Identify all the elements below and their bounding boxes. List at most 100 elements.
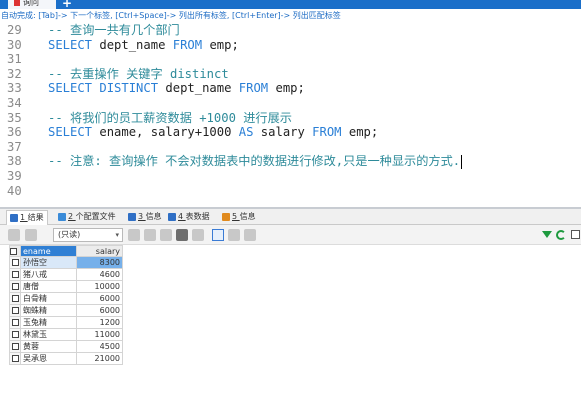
- cell-salary[interactable]: 10000: [76, 280, 123, 293]
- table-row[interactable]: 吴承恩 21000: [9, 352, 123, 365]
- row-checkbox[interactable]: [11, 307, 19, 314]
- row-checkbox[interactable]: [11, 319, 19, 326]
- cell-ename[interactable]: 孙悟空: [20, 256, 77, 269]
- cell-ename[interactable]: 黄蓉: [20, 340, 77, 353]
- table-row[interactable]: 唐僧 10000: [9, 280, 123, 293]
- sql-editor[interactable]: 29 -- 查询一共有几个部门 30 SELECT dept_name FROM em…: [0, 22, 581, 208]
- grid-mode-icon[interactable]: [212, 229, 224, 241]
- cell-salary[interactable]: 6000: [76, 304, 123, 317]
- export-icon[interactable]: [25, 229, 37, 241]
- cell-ename[interactable]: 白骨精: [20, 292, 77, 305]
- sql-identifier: emp;: [341, 125, 379, 140]
- select-all-cell[interactable]: [9, 245, 21, 257]
- line-number: 39: [7, 169, 22, 183]
- save-icon[interactable]: [160, 229, 172, 241]
- cell-salary[interactable]: 1200: [76, 316, 123, 329]
- delete-icon[interactable]: [176, 229, 188, 241]
- editor-line[interactable]: 38 -- 注意: 查询操作 不会对数据表中的数据进行修改,只是一种显示的方式.: [0, 154, 581, 169]
- table-row[interactable]: 蜘蛛精 6000: [9, 304, 123, 317]
- duplicate-row-icon[interactable]: [144, 229, 156, 241]
- row-checkbox[interactable]: [11, 343, 19, 350]
- sql-identifier: emp;: [268, 81, 305, 96]
- table-row[interactable]: 林黛玉 11000: [9, 328, 123, 341]
- result-tab-4[interactable]: 4 表数据: [168, 210, 210, 225]
- sql-keyword: FROM: [172, 37, 203, 52]
- result-tab-3[interactable]: 3 信息: [128, 210, 162, 225]
- row-checkbox-cell[interactable]: [9, 328, 21, 341]
- row-checkbox[interactable]: [11, 259, 19, 266]
- sql-keyword: FROM: [312, 125, 342, 140]
- table-row[interactable]: 孙悟空 8300: [9, 256, 123, 269]
- text-mode-icon[interactable]: [244, 229, 256, 241]
- editor-line[interactable]: 35 -- 将我们的员工薪资数据 +1000 进行展示: [0, 111, 581, 126]
- cell-ename[interactable]: 蜘蛛精: [20, 304, 77, 317]
- result-tab-icon: [10, 213, 18, 222]
- row-checkbox-cell[interactable]: [9, 340, 21, 353]
- result-tab-number: 2: [68, 212, 76, 221]
- cell-ename[interactable]: 唐僧: [20, 280, 77, 293]
- grid-view-icon[interactable]: [8, 229, 20, 241]
- editor-line[interactable]: 30 SELECT dept_name FROM emp;: [0, 38, 581, 53]
- sql-identifier: ename, salary+1000: [92, 125, 239, 140]
- form-mode-icon[interactable]: [228, 229, 240, 241]
- row-checkbox-cell[interactable]: [9, 256, 21, 269]
- result-tab-2[interactable]: 2 个配置文件: [58, 210, 116, 225]
- row-checkbox-cell[interactable]: [9, 280, 21, 293]
- row-checkbox-cell[interactable]: [9, 268, 21, 281]
- editor-line[interactable]: 29 -- 查询一共有几个部门: [0, 23, 581, 38]
- checkbox-icon[interactable]: [571, 230, 580, 239]
- editor-line[interactable]: 36 SELECT ename, salary+1000 AS salary FR…: [0, 125, 581, 140]
- result-grid: ename salary 孙悟空 8300 猪八戒 4600 唐僧 10000 白骨精 6000 蜘…: [9, 245, 123, 365]
- row-checkbox-cell[interactable]: [9, 292, 21, 305]
- table-row[interactable]: 黄蓉 4500: [9, 340, 123, 353]
- cell-salary[interactable]: 11000: [76, 328, 123, 341]
- cell-salary[interactable]: 21000: [76, 352, 123, 365]
- row-checkbox[interactable]: [11, 331, 19, 338]
- insert-row-icon[interactable]: [128, 229, 140, 241]
- row-checkbox-cell[interactable]: [9, 304, 21, 317]
- table-row[interactable]: 玉兔精 1200: [9, 316, 123, 329]
- result-tab-number: 1: [20, 213, 28, 222]
- autocomplete-hint: 自动完成: [Tab]-> 下一个标签, [Ctrl+Space]-> 列出所有…: [0, 9, 581, 22]
- column-header-salary[interactable]: salary: [76, 245, 123, 257]
- row-checkbox[interactable]: [11, 271, 19, 278]
- filter-icon[interactable]: [541, 231, 552, 238]
- editor-line[interactable]: 40: [0, 184, 581, 199]
- result-tab-number: 4: [178, 212, 186, 221]
- readonly-select[interactable]: (只读) ▾: [53, 228, 123, 242]
- refresh-grid-icon[interactable]: [192, 229, 204, 241]
- editor-line[interactable]: 39: [0, 169, 581, 184]
- cell-ename[interactable]: 吴承恩: [20, 352, 77, 365]
- select-all-checkbox[interactable]: [10, 247, 17, 255]
- cell-ename[interactable]: 玉兔精: [20, 316, 77, 329]
- result-tab-5[interactable]: 5 信息: [222, 210, 256, 225]
- editor-line[interactable]: 31: [0, 52, 581, 67]
- row-checkbox[interactable]: [11, 355, 19, 362]
- cell-ename[interactable]: 猪八戒: [20, 268, 77, 281]
- sql-keyword: SELECT: [48, 37, 93, 52]
- table-row[interactable]: 白骨精 6000: [9, 292, 123, 305]
- editor-line[interactable]: 32 -- 去重操作 关键字 distinct: [0, 67, 581, 82]
- editor-line[interactable]: 33 SELECT DISTINCT dept_name FROM emp;: [0, 81, 581, 96]
- editor-line[interactable]: 34: [0, 96, 581, 111]
- result-tab-icon: [168, 212, 176, 221]
- cell-salary[interactable]: 4500: [76, 340, 123, 353]
- cell-ename[interactable]: 林黛玉: [20, 328, 77, 341]
- query-tab-bar: 询问 +: [0, 0, 581, 10]
- result-tab-1[interactable]: 1 结果: [6, 210, 48, 225]
- refresh-icon[interactable]: [556, 229, 567, 240]
- toolbar-right-group: [541, 228, 581, 242]
- sql-identifier: dept_name: [92, 37, 173, 52]
- editor-line[interactable]: 37: [0, 140, 581, 155]
- table-row[interactable]: 猪八戒 4600: [9, 268, 123, 281]
- row-checkbox[interactable]: [11, 283, 19, 290]
- result-tab-icon: [222, 212, 230, 221]
- cell-salary[interactable]: 4600: [76, 268, 123, 281]
- row-checkbox[interactable]: [11, 295, 19, 302]
- tab-query[interactable]: 询问: [8, 0, 56, 9]
- cell-salary[interactable]: 6000: [76, 292, 123, 305]
- cell-salary[interactable]: 8300: [76, 256, 123, 269]
- column-header-ename[interactable]: ename: [20, 245, 77, 257]
- row-checkbox-cell[interactable]: [9, 352, 21, 365]
- row-checkbox-cell[interactable]: [9, 316, 21, 329]
